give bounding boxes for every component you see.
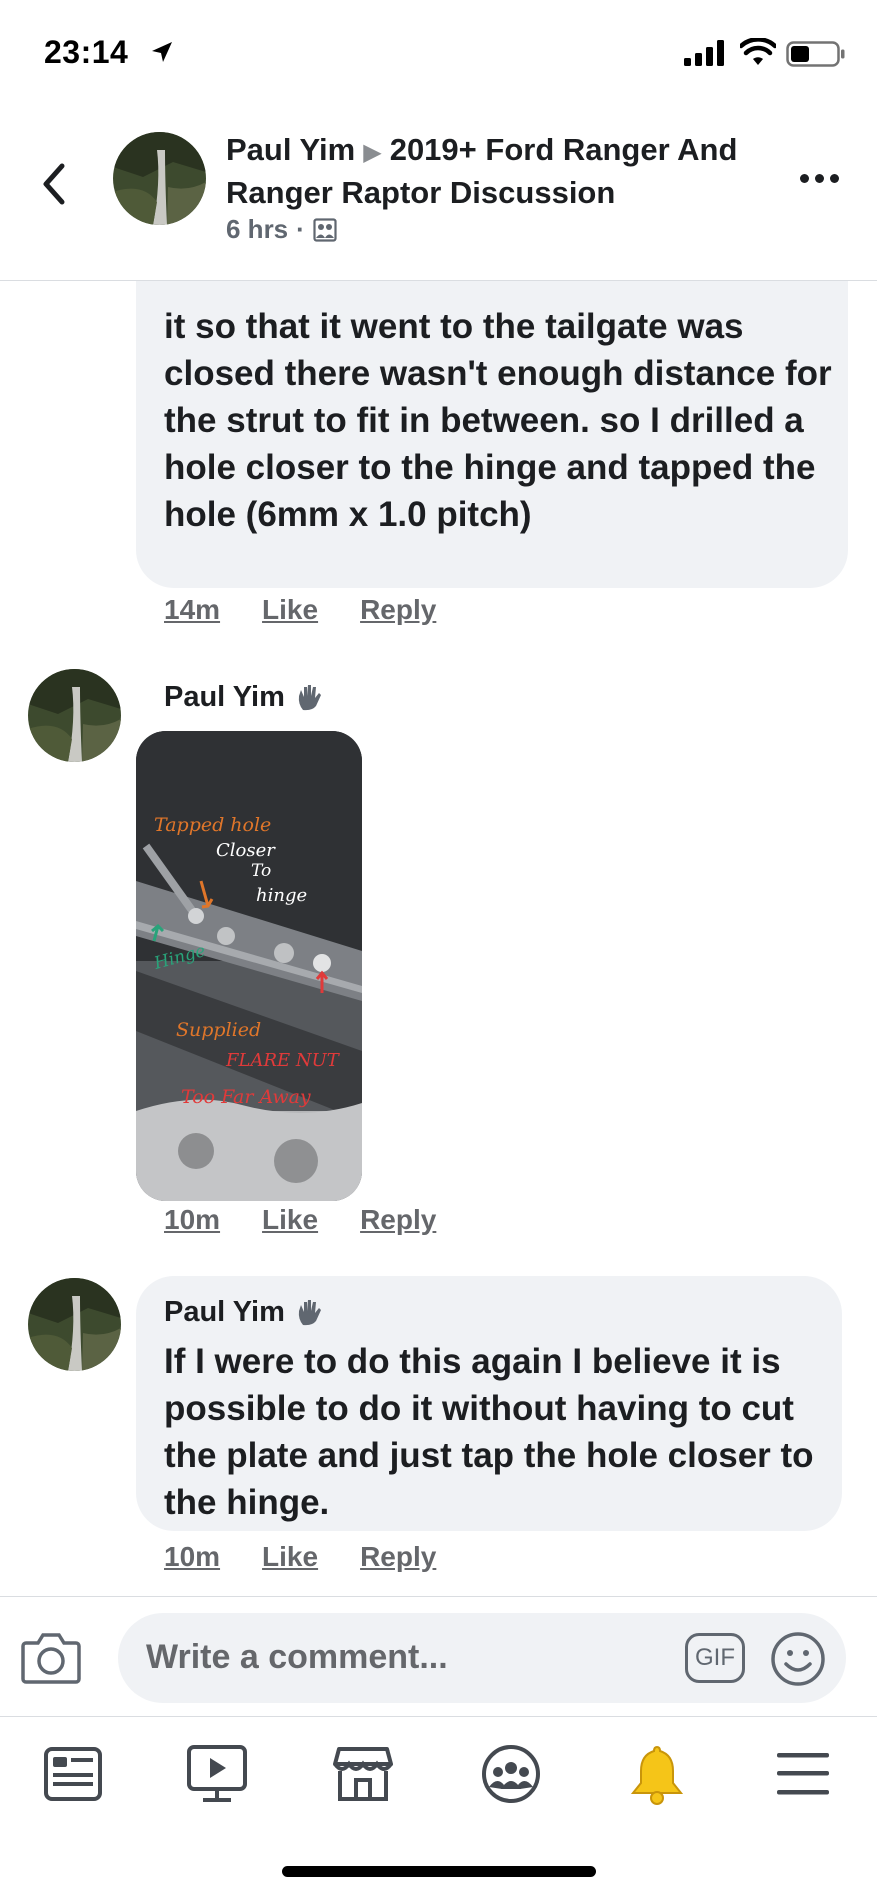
comment-author[interactable]: Paul Yim [164,1296,323,1329]
avatar[interactable] [113,132,206,225]
comment-input-placeholder[interactable]: Write a comment... [146,1638,448,1677]
avatar[interactable] [28,669,121,762]
comment-text: it so that it went to the tailgate was c… [164,307,832,534]
more-dots-icon[interactable] [800,164,844,192]
author-name[interactable]: Paul Yim [164,1296,285,1329]
reply-link[interactable]: Reply [360,1541,436,1573]
notifications-bell-icon[interactable] [622,1739,692,1809]
news-feed-icon[interactable] [38,1739,108,1809]
watch-video-icon[interactable] [182,1739,252,1809]
comment-bubble[interactable]: it so that it went to the tailgate was c… [136,281,848,588]
meta-separator: · [296,214,305,244]
location-arrow-icon [152,42,172,62]
photo-annotation: FLARE NUT [225,1050,341,1071]
comment-actions: 10m Like Reply [164,1541,436,1573]
gif-label: GIF [695,1644,735,1671]
photo-annotation: Closer [216,840,276,861]
groups-icon[interactable] [476,1739,546,1809]
photo-annotation: To [251,861,271,881]
marketplace-icon[interactable] [328,1739,398,1809]
photo-annotation: hinge [256,885,307,906]
like-link[interactable]: Like [262,1204,318,1236]
camera-icon[interactable] [20,1629,82,1685]
author-name[interactable]: Paul Yim [164,681,285,714]
comment-text: If I were to do this again I believe it … [164,1342,814,1522]
post-title[interactable]: Paul Yim ▶ 2019+ Ford Ranger And Ranger Ra… [226,130,766,213]
battery-icon [786,41,845,67]
comment-photo[interactable]: Tapped hole Closer To hinge Hinge Suppli… [136,731,362,1201]
chevron-left-icon[interactable] [36,156,72,212]
status-bar: 23:14 [0,0,877,100]
post-time[interactable]: 6 hrs [226,214,288,245]
wave-hand-icon [298,1299,321,1325]
reply-link[interactable]: Reply [360,1204,436,1236]
avatar[interactable] [28,1278,121,1371]
comment-bubble[interactable]: Paul Yim If I were to do this again I be… [136,1276,842,1531]
post-author[interactable]: Paul Yim [226,132,355,167]
comment-time[interactable]: 10m [164,1541,220,1573]
cellular-signal-icon [684,40,724,66]
like-link[interactable]: Like [262,1541,318,1573]
comment-author[interactable]: Paul Yim [164,681,323,714]
comment-actions: 10m Like Reply [164,1204,436,1236]
wave-hand-icon [298,684,321,710]
home-indicator [282,1866,596,1877]
menu-icon[interactable] [768,1739,838,1809]
comment-actions: 14m Like Reply [164,594,436,626]
comment-time[interactable]: 14m [164,594,220,626]
comment-time[interactable]: 10m [164,1204,220,1236]
reply-link[interactable]: Reply [360,594,436,626]
post-meta: 6 hrs · [226,214,337,245]
gif-button[interactable]: GIF [685,1633,745,1683]
photo-annotation: Tapped hole [154,814,271,836]
photo-annotation: Too Far Away [181,1086,311,1108]
photo-annotation: Supplied [176,1019,261,1041]
play-triangle-icon: ▶ [363,139,382,166]
comments-list: it so that it went to the tailgate was c… [0,281,877,1596]
post-header: Paul Yim ▶ 2019+ Ford Ranger And Ranger Ra… [0,100,877,281]
like-link[interactable]: Like [262,594,318,626]
group-members-icon [313,217,337,242]
status-time: 23:14 [44,34,129,70]
wifi-icon [740,38,776,65]
smiley-icon[interactable] [770,1631,826,1687]
comment-composer: Write a comment... GIF [0,1596,877,1716]
